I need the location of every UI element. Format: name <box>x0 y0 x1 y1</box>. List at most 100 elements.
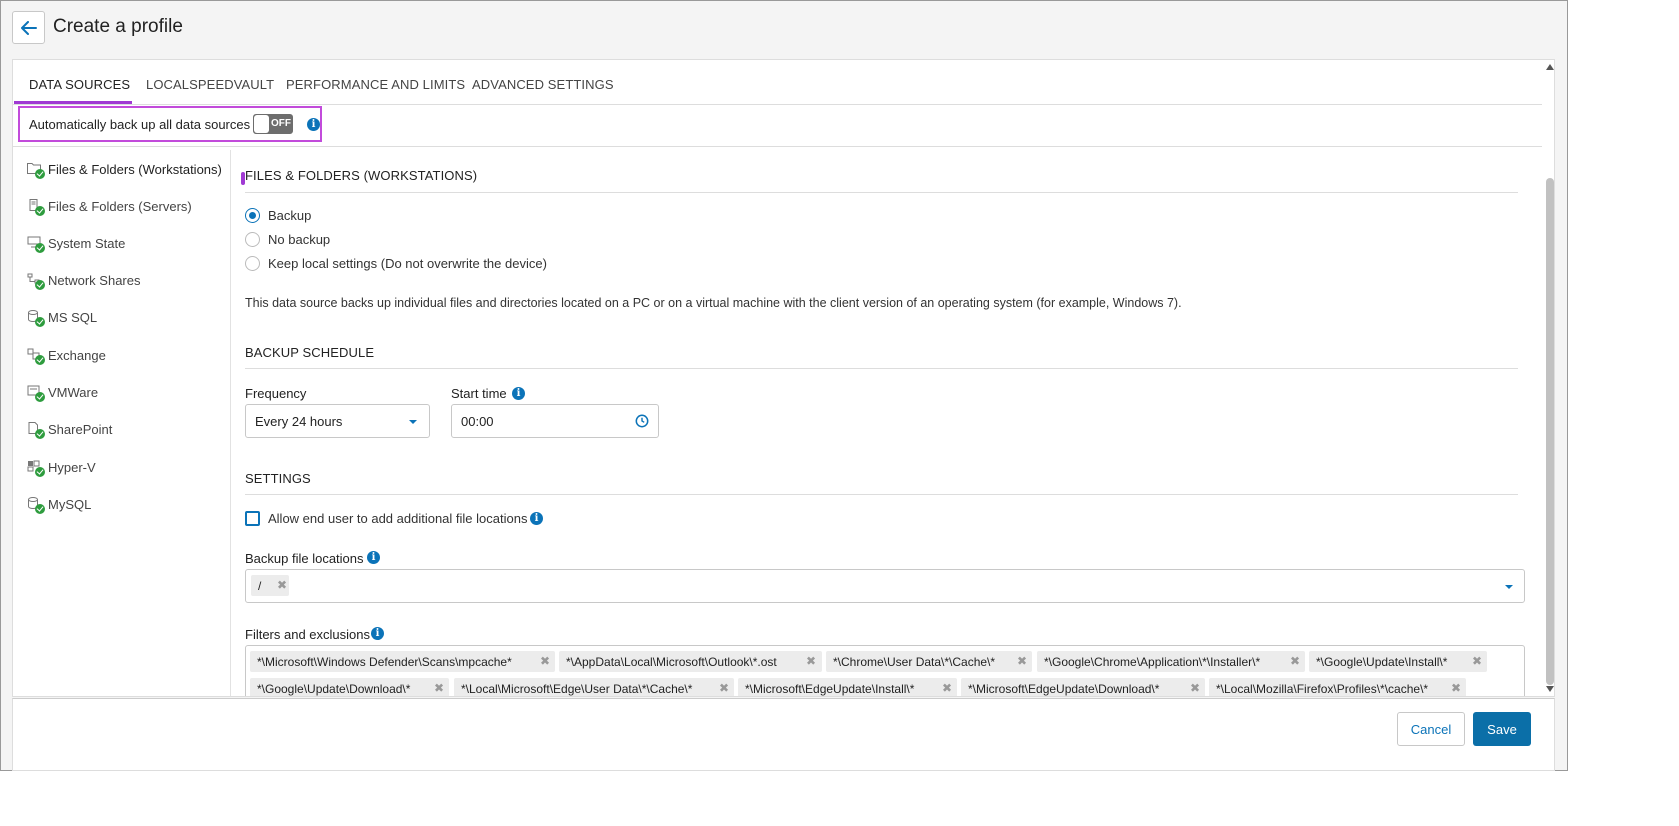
scroll-up-icon[interactable] <box>1546 64 1554 70</box>
scrollbar-thumb[interactable] <box>1546 178 1554 685</box>
nav-item-label: Exchange <box>48 348 106 363</box>
nav-item-label: Files & Folders (Workstations) <box>48 162 222 177</box>
nav-item-ms-sql[interactable]: MS SQL <box>27 308 231 330</box>
check-icon <box>35 169 45 179</box>
filter-tag: *\Chrome\User Data\*\Cache\* ✖ <box>826 651 1032 672</box>
remove-tag-icon[interactable]: ✖ <box>1290 654 1300 668</box>
nav-item-files-folders-workstations[interactable]: Files & Folders (Workstations) <box>27 160 245 185</box>
auto-backup-toggle[interactable]: OFF <box>253 114 293 134</box>
filter-tag: *\Microsoft\EdgeUpdate\Install\* ✖ <box>738 678 957 696</box>
divider <box>245 192 1518 193</box>
frequency-select[interactable]: Every 24 hours <box>245 404 430 438</box>
check-icon <box>35 317 45 327</box>
nav-item-label: Hyper-V <box>48 460 96 475</box>
tab-advanced-settings[interactable]: ADVANCED SETTINGS <box>472 77 614 92</box>
filter-tag: *\AppData\Local\Microsoft\Outlook\*.ost ✖ <box>559 651 822 672</box>
footer: Cancel Save <box>12 698 1555 771</box>
remove-tag-icon[interactable]: ✖ <box>277 578 287 592</box>
check-icon <box>35 355 45 365</box>
scroll-down-icon[interactable] <box>1546 686 1554 692</box>
nav-item-label: System State <box>48 236 126 251</box>
section-title: FILES & FOLDERS (WORKSTATIONS) <box>245 168 478 183</box>
tag-text: *\Chrome\User Data\*\Cache\* <box>833 655 996 669</box>
divider <box>13 146 1542 147</box>
remove-tag-icon[interactable]: ✖ <box>1472 654 1482 668</box>
nav-item-label: Network Shares <box>48 273 141 288</box>
filter-tag: *\Microsoft\EdgeUpdate\Download\* ✖ <box>961 678 1205 696</box>
nav-item-network-shares[interactable]: Network Shares <box>27 271 231 293</box>
nav-item-mysql[interactable]: MySQL <box>27 495 231 517</box>
nav-item-system-state[interactable]: System State <box>27 234 231 256</box>
info-icon[interactable]: i <box>530 512 543 525</box>
arrow-left-icon <box>20 20 37 35</box>
check-icon <box>35 206 45 216</box>
info-icon[interactable]: i <box>367 551 380 564</box>
filters-input[interactable]: *\Microsoft\Windows Defender\Scans\mpcac… <box>245 645 1525 696</box>
filter-tag: *\Google\Chrome\Application\*\Installer\… <box>1037 651 1305 672</box>
allow-additional-locations-checkbox[interactable] <box>245 511 260 526</box>
remove-tag-icon[interactable]: ✖ <box>942 681 952 695</box>
tag-text: *\AppData\Local\Microsoft\Outlook\*.ost <box>566 655 777 669</box>
profile-card: DATA SOURCES LOCALSPEEDVAULT PERFORMANCE… <box>12 59 1555 697</box>
tag-text: *\Google\Update\Install\* <box>1316 655 1448 669</box>
tab-performance-and-limits[interactable]: PERFORMANCE AND LIMITS <box>286 77 465 92</box>
nav-item-label: SharePoint <box>48 422 113 437</box>
back-button[interactable] <box>12 11 45 44</box>
info-icon[interactable]: i <box>307 118 320 131</box>
nav-item-label: Files & Folders (Servers) <box>48 199 192 214</box>
page-title: Create a profile <box>53 16 183 37</box>
remove-tag-icon[interactable]: ✖ <box>806 654 816 668</box>
chevron-down-icon <box>1505 585 1513 589</box>
remove-tag-icon[interactable]: ✖ <box>1451 681 1461 695</box>
toggle-state-text: OFF <box>271 118 291 129</box>
filter-tag: *\Google\Update\Download\* ✖ <box>250 678 449 696</box>
save-button[interactable]: Save <box>1473 712 1531 746</box>
nav-item-label: MySQL <box>48 497 92 512</box>
data-source-settings: FILES & FOLDERS (WORKSTATIONS) Backup No… <box>245 150 1525 696</box>
filter-tag: *\Google\Update\Install\* ✖ <box>1309 651 1487 672</box>
radio-backup[interactable] <box>245 208 260 223</box>
filters-label: Filters and exclusions <box>245 627 370 642</box>
start-time-input[interactable]: 00:00 <box>451 404 659 438</box>
nav-item-hyper-v[interactable]: Hyper-V <box>27 458 231 480</box>
backup-locations-label: Backup file locations <box>245 551 364 566</box>
nav-item-sharepoint[interactable]: SharePoint <box>27 420 231 442</box>
check-icon <box>35 467 45 477</box>
remove-tag-icon[interactable]: ✖ <box>1190 681 1200 695</box>
nav-item-exchange[interactable]: Exchange <box>27 346 231 368</box>
check-icon <box>35 429 45 439</box>
chevron-down-icon <box>409 420 417 424</box>
nav-item-files-folders-servers[interactable]: Files & Folders (Servers) <box>27 197 231 219</box>
header: Create a profile <box>1 1 1567 56</box>
backup-locations-select[interactable]: / ✖ <box>245 569 1525 603</box>
check-icon <box>35 243 45 253</box>
frequency-value: Every 24 hours <box>255 414 343 429</box>
start-time-label: Start time <box>451 386 507 401</box>
divider <box>245 494 1518 495</box>
allow-additional-locations-label: Allow end user to add additional file lo… <box>268 511 528 526</box>
clock-icon[interactable] <box>635 414 649 428</box>
frequency-label: Frequency <box>245 386 307 401</box>
tag-text: *\Microsoft\EdgeUpdate\Download\* <box>968 682 1160 696</box>
info-icon[interactable]: i <box>371 627 384 640</box>
location-tag: / ✖ <box>251 575 289 596</box>
settings-title: SETTINGS <box>245 471 311 486</box>
info-icon[interactable]: i <box>512 387 525 400</box>
tag-text: / <box>258 579 262 593</box>
radio-no-backup[interactable] <box>245 232 260 247</box>
remove-tag-icon[interactable]: ✖ <box>719 681 729 695</box>
radio-label: Keep local settings (Do not overwrite th… <box>268 256 547 271</box>
remove-tag-icon[interactable]: ✖ <box>1017 654 1027 668</box>
tab-data-sources[interactable]: DATA SOURCES <box>29 77 130 92</box>
filter-tag: *\Local\Mozilla\Firefox\Profiles\*\cache… <box>1209 678 1466 696</box>
radio-keep-local-settings[interactable] <box>245 256 260 271</box>
remove-tag-icon[interactable]: ✖ <box>540 654 550 668</box>
tab-localspeedvault[interactable]: LOCALSPEEDVAULT <box>146 77 274 92</box>
start-time-value: 00:00 <box>461 414 494 429</box>
remove-tag-icon[interactable]: ✖ <box>434 681 444 695</box>
tag-text: *\Google\Update\Download\* <box>257 682 411 696</box>
nav-item-vmware[interactable]: VMWare <box>27 383 231 405</box>
tag-text: *\Google\Chrome\Application\*\Installer\… <box>1044 655 1261 669</box>
scrollbar[interactable] <box>1544 60 1554 696</box>
cancel-button[interactable]: Cancel <box>1397 712 1465 746</box>
